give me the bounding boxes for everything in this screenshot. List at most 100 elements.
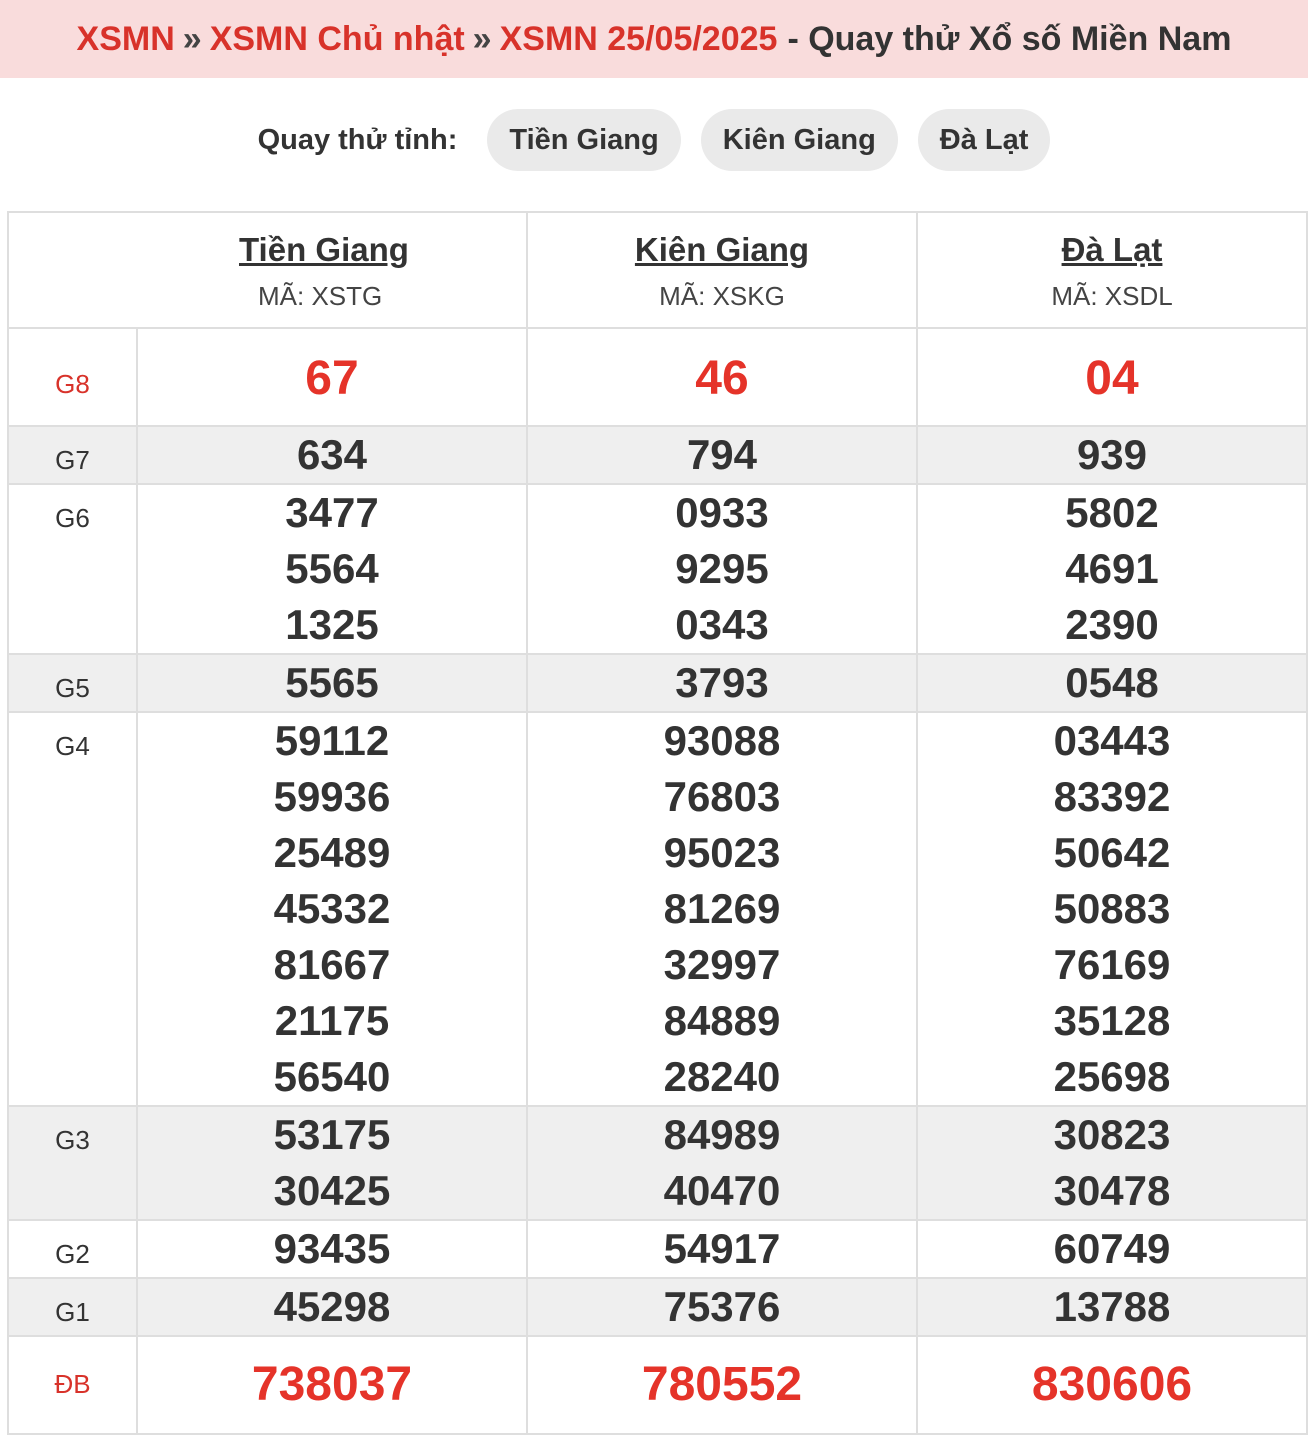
result-cell: 0548: [916, 653, 1308, 713]
result-cell: 75376: [526, 1277, 918, 1337]
breadcrumb-link-sunday[interactable]: XSMN Chủ nhật: [210, 20, 465, 59]
result-number: 939: [1076, 431, 1148, 478]
prize-row-g4: G4 59112 59936 25489 45332 81667 21175 5…: [7, 711, 1308, 1107]
result-cell: 84989 40470: [526, 1105, 918, 1221]
result-number: 9295: [675, 545, 769, 592]
result-number: 93088: [663, 717, 781, 764]
breadcrumb-link-xsmn[interactable]: XSMN: [77, 20, 175, 59]
province-name-link[interactable]: Tiền Giang: [239, 231, 409, 269]
result-number: 28240: [663, 1053, 781, 1100]
prize-row-g7: G7 634 794 939: [7, 425, 1308, 485]
result-number: 25698: [1053, 1053, 1171, 1100]
result-cell: 67: [136, 327, 528, 427]
result-number: 794: [686, 431, 758, 478]
result-number: 76803: [663, 773, 781, 820]
result-number: 32997: [663, 941, 781, 988]
result-cell: 04: [916, 327, 1308, 427]
result-cell: 03443 83392 50642 50883 76169 35128 2569…: [916, 711, 1308, 1107]
prize-row-g1: G1 45298 75376 13788: [7, 1277, 1308, 1337]
result-number: 81269: [663, 885, 781, 932]
result-number: 30425: [273, 1167, 391, 1214]
result-number: 0343: [675, 601, 769, 648]
province-name-link[interactable]: Đà Lạt: [918, 231, 1306, 269]
breadcrumb-separator: »: [182, 19, 202, 58]
result-cell: 53175 30425: [136, 1105, 528, 1221]
result-cell: 93435: [136, 1219, 528, 1279]
result-number: 56540: [273, 1053, 391, 1100]
province-header-kien-giang: Kiên Giang MÃ: XSKG: [526, 211, 918, 329]
result-number: 30478: [1053, 1167, 1171, 1214]
prize-label: G5: [7, 653, 138, 713]
result-number: 0933: [675, 489, 769, 536]
province-code: MÃ: XSKG: [659, 281, 785, 311]
result-cell: 30823 30478: [916, 1105, 1308, 1221]
result-number: 84989: [663, 1111, 781, 1158]
result-number: 46: [695, 352, 749, 405]
result-cell: 939: [916, 425, 1308, 485]
result-number: 54917: [663, 1225, 781, 1272]
result-number: 45298: [273, 1283, 391, 1330]
breadcrumb-link-date[interactable]: XSMN 25/05/2025: [500, 20, 778, 59]
province-name-link[interactable]: Kiên Giang: [528, 231, 916, 269]
result-number: 50883: [1053, 885, 1171, 932]
result-number: 81667: [273, 941, 391, 988]
page-title: - Quay thử Xổ số Miền Nam: [787, 19, 1232, 58]
result-cell: 93088 76803 95023 81269 32997 84889 2824…: [526, 711, 918, 1107]
prize-label: G7: [7, 425, 138, 485]
province-selector-label: Quay thử tỉnh:: [257, 123, 458, 156]
province-selector: Quay thử tỉnh: Tiền Giang Kiên Giang Đà …: [0, 108, 1308, 172]
result-cell: 634: [136, 425, 528, 485]
result-number: 1325: [285, 601, 379, 648]
result-cell: 0933 9295 0343: [526, 483, 918, 655]
result-number: 40470: [663, 1167, 781, 1214]
province-button-tien-giang[interactable]: Tiền Giang: [487, 109, 681, 171]
prize-row-g3: G3 53175 30425 84989 40470 30823 30478: [7, 1105, 1308, 1221]
result-cell: 59112 59936 25489 45332 81667 21175 5654…: [136, 711, 528, 1107]
result-number: 04: [1085, 352, 1139, 405]
result-number: 03443: [1053, 717, 1171, 764]
prize-label: G4: [7, 711, 138, 1107]
result-cell: 3477 5564 1325: [136, 483, 528, 655]
result-cell: 5802 4691 2390: [916, 483, 1308, 655]
result-number: 5565: [285, 659, 379, 706]
result-number: 2390: [1065, 601, 1159, 648]
province-header-da-lat: Đà Lạt MÃ: XSDL: [916, 211, 1308, 329]
result-cell: 13788: [916, 1277, 1308, 1337]
prize-label: G1: [7, 1277, 138, 1337]
result-number: 84889: [663, 997, 781, 1044]
prize-label: G3: [7, 1105, 138, 1221]
breadcrumb-separator: »: [472, 19, 492, 58]
province-button-kien-giang[interactable]: Kiên Giang: [700, 109, 898, 171]
province-button-da-lat[interactable]: Đà Lạt: [917, 109, 1051, 171]
result-number: 50642: [1053, 829, 1171, 876]
result-number: 45332: [273, 885, 391, 932]
prize-row-g5: G5 5565 3793 0548: [7, 653, 1308, 713]
result-number: 60749: [1053, 1225, 1171, 1272]
province-code: MÃ: XSDL: [1051, 281, 1173, 311]
prize-label: G6: [7, 483, 138, 655]
result-cell: 45298: [136, 1277, 528, 1337]
result-number: 634: [296, 431, 368, 478]
result-number: 0548: [1065, 659, 1159, 706]
result-number: 83392: [1053, 773, 1171, 820]
result-cell: 830606: [916, 1335, 1308, 1435]
result-number: 21175: [274, 997, 390, 1044]
result-number: 93435: [273, 1225, 391, 1272]
result-cell: 794: [526, 425, 918, 485]
result-number: 30823: [1053, 1111, 1171, 1158]
result-cell: 738037: [136, 1335, 528, 1435]
province-header-tien-giang: Tiền Giang MÃ: XSTG: [136, 211, 528, 329]
result-number: 3477: [285, 489, 379, 536]
result-number: 5802: [1065, 489, 1159, 536]
prize-row-g8: G8 67 46 04: [7, 327, 1308, 427]
prize-label: ĐB: [7, 1335, 138, 1435]
result-number: 780552: [641, 1358, 803, 1411]
result-number: 4691: [1065, 545, 1159, 592]
result-cell: 54917: [526, 1219, 918, 1279]
result-cell: 60749: [916, 1219, 1308, 1279]
prize-row-g6: G6 3477 5564 1325 0933 9295 0343 5802 46…: [7, 483, 1308, 655]
prize-label: G2: [7, 1219, 138, 1279]
result-cell: 3793: [526, 653, 918, 713]
result-number: 13788: [1053, 1283, 1171, 1330]
result-cell: 780552: [526, 1335, 918, 1435]
